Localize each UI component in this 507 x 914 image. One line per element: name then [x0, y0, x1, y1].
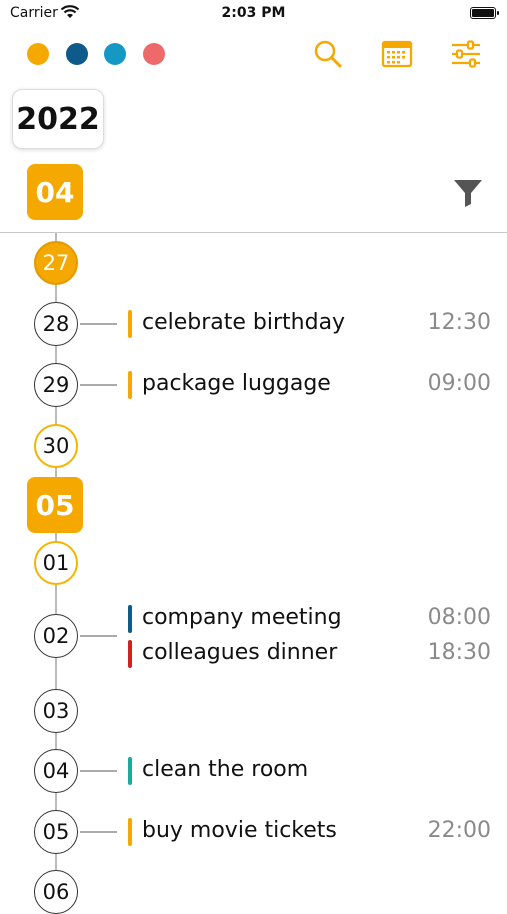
day-03[interactable]: 03	[34, 689, 78, 733]
day-29[interactable]: 29	[34, 363, 78, 407]
event-color-bar	[128, 757, 132, 785]
event-title[interactable]: buy movie tickets	[142, 818, 337, 843]
day-30[interactable]: 30	[34, 424, 78, 468]
event-time: 18:30	[427, 640, 491, 665]
sliders-icon[interactable]	[448, 36, 484, 72]
event-time: 08:00	[427, 605, 491, 630]
event-time: 22:00	[427, 818, 491, 843]
day-27[interactable]: 27	[34, 241, 78, 285]
event-title[interactable]: clean the room	[142, 757, 308, 782]
day-05[interactable]: 05	[34, 810, 78, 854]
event-title[interactable]: colleagues dinner	[142, 640, 337, 665]
day-04[interactable]: 04	[34, 749, 78, 793]
event-title[interactable]: package luggage	[142, 371, 331, 396]
event-title[interactable]: celebrate birthday	[142, 310, 345, 335]
year-button[interactable]: 2022	[12, 89, 104, 149]
color-dot-dark-blue[interactable]	[66, 43, 88, 65]
color-dot-red[interactable]	[143, 43, 165, 65]
event-color-bar	[128, 605, 132, 633]
event-color-bar	[128, 371, 132, 399]
event-time: 12:30	[427, 310, 491, 335]
color-dot-yellow[interactable]	[27, 43, 49, 65]
day-28[interactable]: 28	[34, 302, 78, 346]
color-dot-cyan[interactable]	[104, 43, 126, 65]
event-connector	[80, 323, 117, 325]
event-connector	[80, 384, 117, 386]
month-badge-april[interactable]: 04	[27, 164, 83, 220]
event-color-bar	[128, 640, 132, 668]
event-connector	[80, 635, 117, 637]
status-time: 2:03 PM	[221, 5, 286, 21]
day-02[interactable]: 02	[34, 614, 78, 658]
event-color-bar	[128, 310, 132, 338]
event-time: 09:00	[427, 371, 491, 396]
event-connector	[80, 770, 117, 772]
header-divider	[0, 232, 507, 233]
battery-icon	[470, 7, 499, 19]
event-connector	[80, 831, 117, 833]
month-badge-may[interactable]: 05	[27, 477, 83, 533]
day-06[interactable]: 06	[34, 870, 78, 914]
day-01[interactable]: 01	[34, 541, 78, 585]
calendar-icon[interactable]	[379, 36, 415, 72]
event-title[interactable]: company meeting	[142, 605, 342, 630]
filter-icon[interactable]	[452, 176, 484, 208]
search-icon[interactable]	[310, 36, 346, 72]
event-color-bar	[128, 818, 132, 846]
